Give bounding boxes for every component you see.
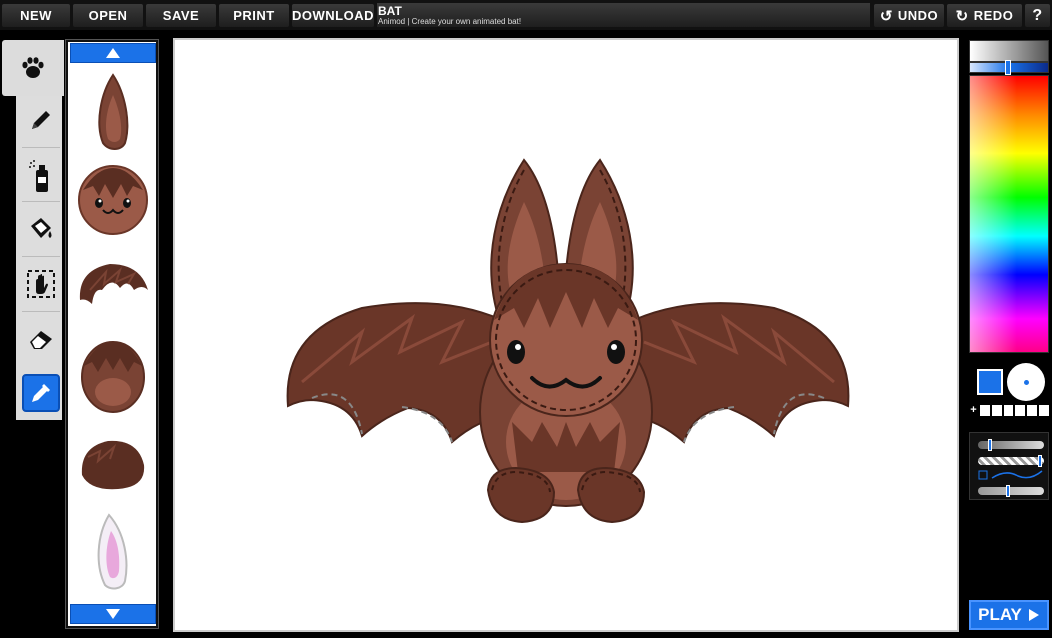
bunny-ear-thumbnail bbox=[97, 513, 128, 590]
pencil-icon bbox=[32, 111, 50, 129]
opacity-slider-track[interactable] bbox=[978, 457, 1044, 465]
size-option[interactable] bbox=[991, 404, 1002, 416]
left-eye bbox=[507, 340, 525, 364]
left-foot bbox=[486, 466, 556, 524]
pencil-tool[interactable] bbox=[22, 101, 60, 139]
bat-foot-part[interactable] bbox=[76, 425, 150, 505]
select-move-tool[interactable] bbox=[22, 265, 60, 303]
size-slider-thumb[interactable] bbox=[988, 439, 992, 451]
size-option[interactable] bbox=[1027, 404, 1038, 416]
bat-wing-part[interactable] bbox=[76, 250, 150, 330]
bat-ear-thumbnail bbox=[98, 73, 129, 150]
opacity-slider-thumb[interactable] bbox=[1038, 455, 1042, 467]
bat-head-part[interactable] bbox=[76, 160, 150, 240]
hand-select-icon bbox=[27, 270, 55, 298]
fill-tool[interactable] bbox=[22, 211, 60, 249]
brush-settings-panel bbox=[969, 432, 1049, 500]
brightness-gradient[interactable] bbox=[969, 40, 1049, 62]
top-toolbar: NEW OPEN SAVE PRINT DOWNLOAD BAT Animod … bbox=[0, 0, 1052, 30]
arrow-down-icon bbox=[106, 609, 120, 619]
save-label: SAVE bbox=[162, 8, 200, 23]
new-label: NEW bbox=[20, 8, 52, 23]
new-button[interactable]: NEW bbox=[2, 4, 70, 27]
hue-slider-thumb[interactable] bbox=[1005, 60, 1011, 75]
drawing-canvas[interactable] bbox=[173, 38, 959, 632]
eraser-tool[interactable] bbox=[22, 320, 60, 358]
undo-icon: ↺ bbox=[879, 7, 893, 25]
play-button[interactable]: PLAY bbox=[969, 600, 1049, 630]
help-button[interactable]: ? bbox=[1025, 4, 1050, 27]
size-option[interactable] bbox=[979, 404, 990, 416]
parts-scroll-up-button[interactable] bbox=[70, 43, 156, 63]
print-button[interactable]: PRINT bbox=[219, 4, 289, 27]
redo-icon: ↻ bbox=[955, 7, 969, 25]
help-label: ? bbox=[1032, 6, 1043, 24]
tool-divider bbox=[22, 147, 60, 148]
add-size-icon[interactable]: + bbox=[969, 404, 978, 416]
brush-size-selector: + bbox=[969, 404, 1050, 416]
bunny-ear-part[interactable] bbox=[76, 512, 150, 592]
spray-can-icon bbox=[29, 160, 48, 192]
eyedropper-tool[interactable] bbox=[22, 374, 60, 412]
smoothing-slider-thumb[interactable] bbox=[1006, 485, 1010, 497]
tool-column bbox=[16, 96, 62, 420]
bat-foot-thumbnail bbox=[81, 440, 145, 490]
tool-divider bbox=[22, 311, 60, 312]
spray-tool[interactable] bbox=[22, 157, 60, 195]
color-spectrum-picker[interactable] bbox=[969, 75, 1049, 353]
parts-scroll-down-button[interactable] bbox=[70, 604, 156, 624]
bat-character bbox=[286, 158, 850, 524]
play-label: PLAY bbox=[978, 605, 1022, 624]
current-color-swatch[interactable] bbox=[977, 369, 1003, 395]
size-option[interactable] bbox=[1003, 404, 1014, 416]
bat-body-part[interactable] bbox=[76, 337, 150, 417]
open-label: OPEN bbox=[88, 8, 128, 23]
save-button[interactable]: SAVE bbox=[146, 4, 216, 27]
play-icon bbox=[1028, 609, 1039, 621]
eraser-icon bbox=[30, 331, 52, 349]
brush-size-preview bbox=[1007, 363, 1045, 401]
smoothing-slider-track[interactable] bbox=[978, 487, 1044, 495]
tool-divider bbox=[22, 201, 60, 202]
bat-body-thumbnail bbox=[81, 341, 145, 413]
right-foot bbox=[576, 466, 646, 524]
download-label: DOWNLOAD bbox=[292, 8, 374, 23]
size-option[interactable] bbox=[1015, 404, 1026, 416]
open-button[interactable]: OPEN bbox=[73, 4, 143, 27]
redo-label: REDO bbox=[973, 8, 1014, 23]
print-label: PRINT bbox=[233, 8, 275, 23]
download-button[interactable]: DOWNLOAD bbox=[292, 4, 374, 27]
right-eye bbox=[607, 340, 625, 364]
bat-wing-thumbnail bbox=[79, 264, 148, 304]
size-option[interactable] bbox=[1039, 404, 1050, 416]
bat-ear-part[interactable] bbox=[76, 72, 150, 152]
redo-button[interactable]: ↻ REDO bbox=[947, 4, 1022, 27]
smoothing-curve-icon[interactable] bbox=[978, 469, 1044, 481]
parts-panel bbox=[65, 39, 159, 629]
undo-button[interactable]: ↺ UNDO bbox=[874, 4, 944, 27]
document-subtitle: Animod | Create your own animated bat! bbox=[378, 17, 522, 26]
bat-head-thumbnail bbox=[78, 165, 148, 235]
brush-dot bbox=[1023, 379, 1029, 385]
eyedropper-icon bbox=[32, 384, 50, 402]
paw-icon bbox=[22, 57, 44, 78]
document-title-block: BAT Animod | Create your own animated ba… bbox=[377, 3, 870, 27]
paw-tool-tab[interactable] bbox=[2, 40, 64, 96]
paint-bucket-icon bbox=[31, 218, 52, 238]
document-title: BAT bbox=[378, 4, 402, 18]
tool-divider bbox=[22, 256, 60, 257]
undo-label: UNDO bbox=[897, 8, 939, 23]
arrow-up-icon bbox=[106, 48, 120, 58]
